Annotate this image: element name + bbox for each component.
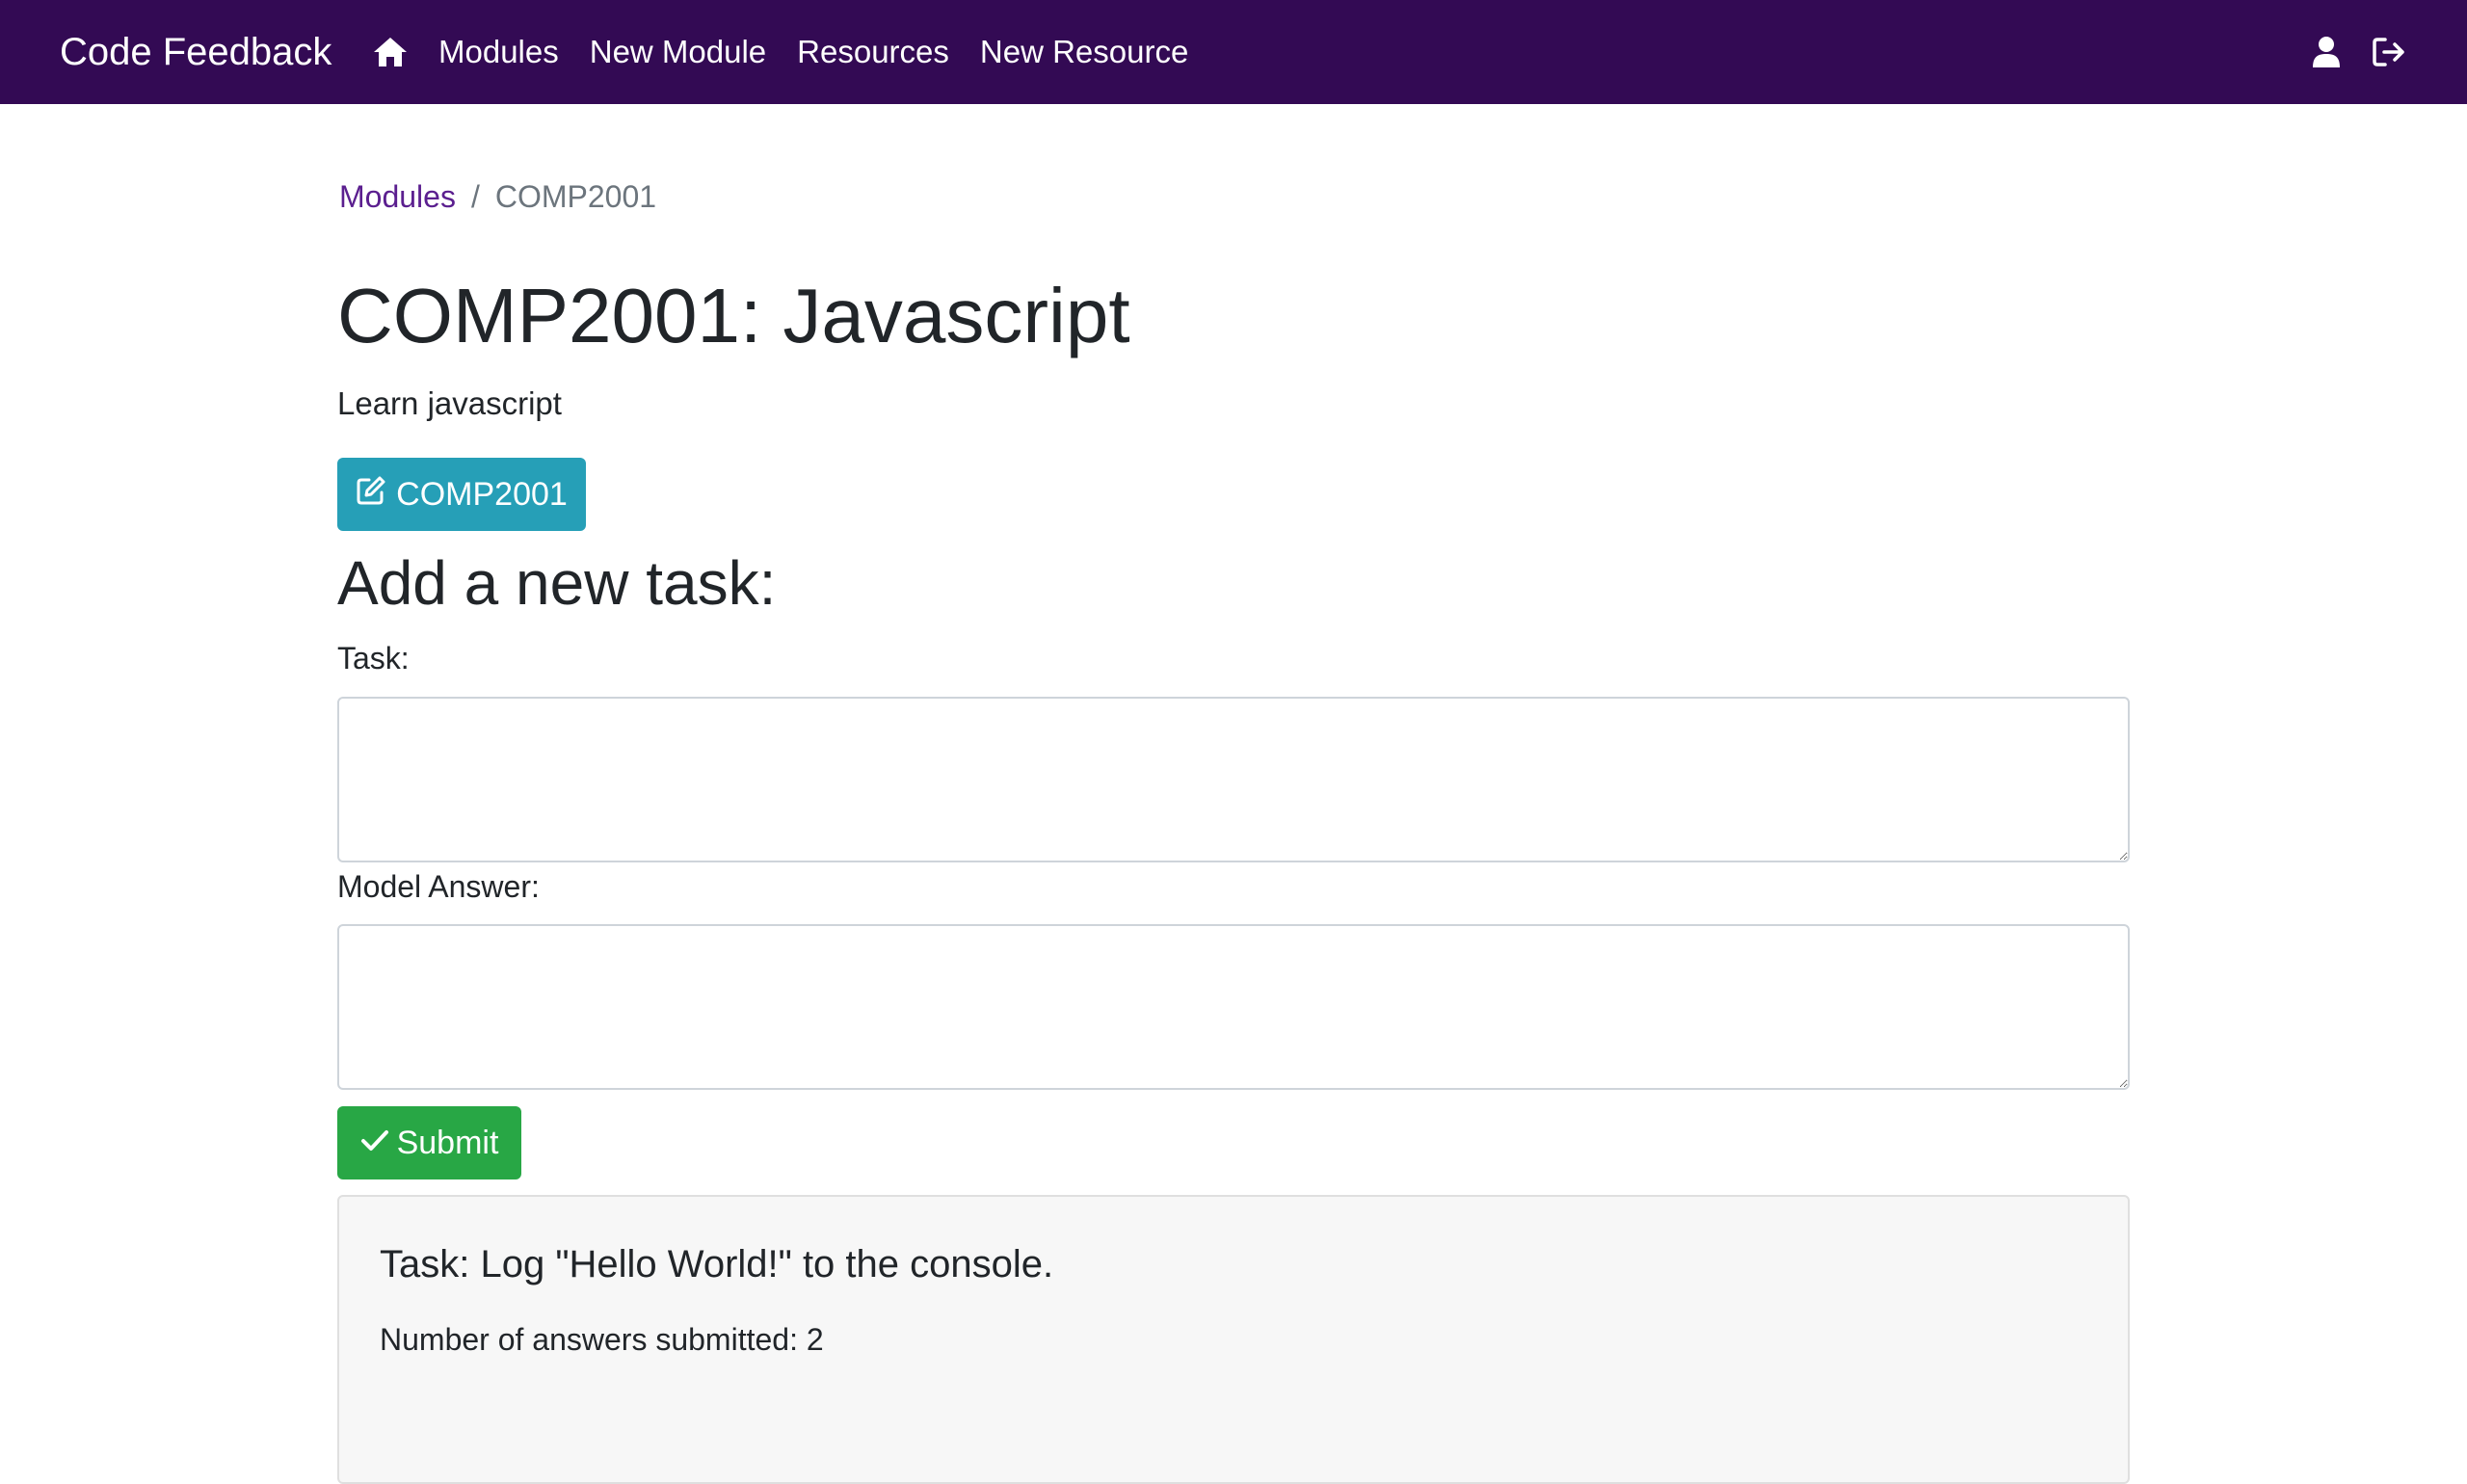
nav-new-resource[interactable]: New Resource	[980, 34, 1188, 70]
task-title: Task: Log "Hello World!" to the console.	[380, 1243, 1054, 1285]
breadcrumb-current: COMP2001	[494, 179, 657, 214]
logout-icon[interactable]	[2373, 35, 2407, 69]
breadcrumb: Modules / COMP2001	[339, 179, 656, 215]
nav-resources[interactable]: Resources	[797, 34, 949, 70]
user-icon[interactable]	[2309, 35, 2344, 69]
breadcrumb-modules-link[interactable]: Modules	[339, 179, 456, 215]
check-icon	[360, 1125, 389, 1162]
model-answer-textarea[interactable]	[337, 924, 2130, 1090]
answers-count: Number of answers submitted: 2	[380, 1322, 824, 1357]
task-label: Task:	[337, 641, 410, 676]
edit-module-button[interactable]: COMP2001	[337, 458, 586, 531]
submit-button[interactable]: Submit	[337, 1106, 521, 1179]
home-icon[interactable]	[369, 33, 411, 71]
nav-links: Modules New Module Resources New Resourc…	[369, 0, 1219, 104]
nav-right	[2309, 0, 2407, 104]
model-answer-label: Model Answer:	[337, 869, 540, 904]
submit-label: Submit	[396, 1124, 499, 1161]
top-navbar: Code Feedback Modules New Module Resourc…	[0, 0, 2467, 104]
edit-icon	[356, 475, 386, 515]
task-card: Task: Log "Hello World!" to the console.…	[337, 1195, 2130, 1484]
page-title: COMP2001: Javascript	[337, 273, 1130, 358]
add-task-heading: Add a new task:	[337, 548, 777, 618]
task-textarea[interactable]	[337, 697, 2130, 862]
edit-module-label: COMP2001	[396, 475, 568, 513]
nav-new-module[interactable]: New Module	[590, 34, 766, 70]
breadcrumb-separator: /	[470, 179, 480, 214]
brand-link[interactable]: Code Feedback	[60, 0, 332, 104]
nav-modules[interactable]: Modules	[438, 34, 559, 70]
module-description: Learn javascript	[337, 385, 562, 421]
